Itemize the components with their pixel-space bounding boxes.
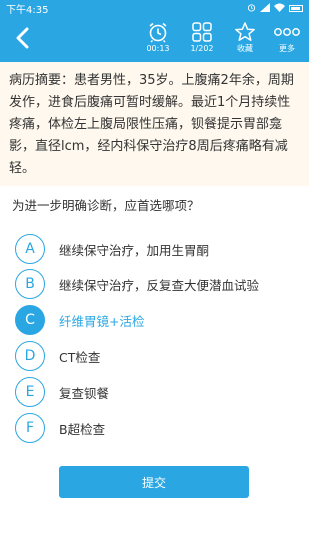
timer-label: 00:13 [146,44,170,53]
alarm-clock-icon [136,21,180,43]
question-list-button[interactable]: 1/202 [180,21,224,59]
progress-label: 1/202 [190,44,214,53]
alarm-icon [247,3,256,15]
status-icons [247,2,303,15]
option-b[interactable]: B 继续保守治疗，反复查大便潜血试验 [15,267,300,301]
battery-icon [289,5,303,12]
chevron-left-icon [15,27,29,53]
star-icon [223,21,267,43]
option-d[interactable]: D CT检查 [15,339,300,373]
option-letter-circle: A [15,234,45,264]
top-toolbar: 00:13 1/202 收藏 更多 [0,17,309,62]
option-text: CT检查 [59,349,101,365]
status-time: 下午4:35 [6,5,49,16]
more-label: 更多 [279,44,295,53]
submit-button[interactable]: 提交 [59,466,249,498]
option-text: B超检查 [59,421,106,437]
case-summary: 病历摘要：患者男性，35岁。上腹痛2年余，周期发作，进食后腹痛可暂时缓解。最近1… [0,62,309,186]
timer-button[interactable]: 00:13 [136,21,180,59]
more-dots-icon [265,21,309,43]
option-e[interactable]: E 复查钡餐 [15,375,300,409]
option-text: 继续保守治疗，加用生胃酮 [59,242,210,258]
favorite-label: 收藏 [237,44,253,53]
option-letter-circle-selected: C [15,305,45,335]
option-c[interactable]: C 纤维胃镜+活检 [15,303,300,337]
option-letter-circle: E [15,377,45,407]
wifi-icon [274,3,285,15]
favorite-button[interactable]: 收藏 [223,21,267,59]
option-text: 继续保守治疗，反复查大便潜血试验 [59,277,260,293]
option-text: 纤维胃镜+活检 [59,313,145,329]
option-a[interactable]: A 继续保守治疗，加用生胃酮 [15,232,300,266]
option-text: 复查钡餐 [59,385,110,401]
question-text: 为进一步明确诊断，应首选哪项？ [12,198,200,213]
option-letter-circle: D [15,341,45,371]
back-button[interactable] [8,25,36,55]
grid-icon [180,21,224,43]
signal-icon [260,2,270,15]
option-letter-circle: F [15,413,45,443]
more-button[interactable]: 更多 [265,21,309,59]
status-bar: 下午4:35 [0,0,309,17]
option-letter-circle: B [15,269,45,299]
option-f[interactable]: F B超检查 [15,411,300,445]
